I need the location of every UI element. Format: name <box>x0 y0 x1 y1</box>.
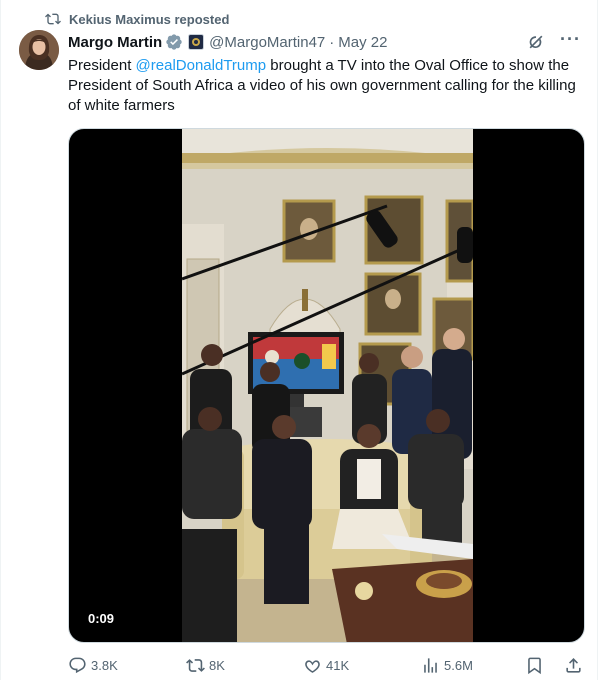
author-name[interactable]: Margo Martin <box>68 34 162 51</box>
like-count: 41K <box>326 657 350 673</box>
repost-icon <box>45 13 61 25</box>
avatar[interactable] <box>19 30 59 70</box>
action-bar-end <box>525 656 583 675</box>
video-timestamp: 0:09 <box>81 609 122 628</box>
more-options-icon[interactable]: ··· <box>560 30 581 48</box>
tweet-date[interactable]: May 22 <box>338 34 387 51</box>
repost-count: 8K <box>209 657 225 673</box>
tweet-text: President @realDonaldTrump brought a TV … <box>68 56 588 116</box>
view-count: 5.6M <box>444 657 473 673</box>
repost-icon <box>186 658 205 672</box>
mention-link[interactable]: @realDonaldTrump <box>136 57 267 74</box>
tweet-header: Margo Martin @MargoMartin47 · May 22 ··· <box>68 30 581 53</box>
reply-icon <box>69 657 86 673</box>
action-bar: 3.8K 8K 41K 5.6M <box>68 655 583 675</box>
video-frame <box>182 129 473 642</box>
tweet[interactable]: Kekius Maximus reposted Margo Martin @Ma… <box>0 0 598 680</box>
analytics-icon <box>424 657 437 673</box>
government-affiliation-icon[interactable] <box>188 34 205 50</box>
author-handle[interactable]: @MargoMartin47 <box>209 34 325 51</box>
grok-icon[interactable] <box>526 32 546 52</box>
reply-button[interactable]: 3.8K <box>68 656 178 675</box>
video-player[interactable]: 0:09 <box>68 128 585 643</box>
header-actions: ··· <box>526 30 581 52</box>
oval-office-scene <box>182 129 473 642</box>
heart-icon <box>305 659 320 673</box>
separator: · <box>329 33 335 51</box>
bookmark-icon[interactable] <box>525 656 544 675</box>
repost-indicator[interactable]: Kekius Maximus reposted <box>45 10 229 28</box>
reply-count: 3.8K <box>91 657 118 673</box>
share-icon[interactable] <box>564 656 583 675</box>
verified-badge-icon[interactable] <box>165 33 183 51</box>
views-button[interactable]: 5.6M <box>421 656 521 675</box>
tweet-text-start: President <box>68 57 136 74</box>
repost-button[interactable]: 8K <box>186 656 301 675</box>
repost-text: Kekius Maximus reposted <box>69 11 230 27</box>
like-button[interactable]: 41K <box>303 656 418 675</box>
